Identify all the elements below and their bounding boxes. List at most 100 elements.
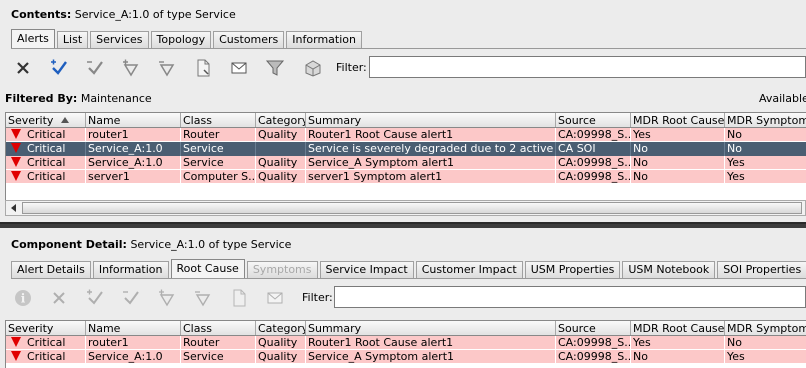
column-header-class[interactable]: Class (181, 113, 256, 127)
acknowledge-button[interactable] (82, 286, 108, 310)
filtered-by-value: Maintenance (77, 92, 152, 105)
tab-services[interactable]: Services (90, 31, 149, 48)
tab-customer-impact[interactable]: Customer Impact (415, 261, 523, 278)
remove-filter-button[interactable] (154, 56, 180, 80)
close-button[interactable] (46, 286, 72, 310)
scroll-left-button[interactable] (6, 201, 21, 215)
cell-source: CA SOI (556, 142, 631, 156)
cell-name: Service_A:1.0 (86, 350, 181, 363)
critical-severity-icon (11, 351, 21, 361)
tab-information[interactable]: Information (286, 31, 362, 48)
unacknowledge-button[interactable] (82, 56, 108, 80)
cell-text: Service_A:1.0 (88, 156, 163, 169)
top-tabbar: Alerts List Services Topology Customers Infor… (11, 29, 364, 48)
column-header-mdr-root-cause[interactable]: MDR Root Cause (631, 113, 725, 127)
tab-usm-notebook[interactable]: USM Notebook (622, 261, 716, 278)
cell-text: No (727, 336, 742, 349)
column-header-label: Category (258, 322, 306, 335)
cell-category: Quality (256, 336, 306, 349)
column-header-mdr-symptom[interactable]: MDR Symptom (725, 321, 806, 335)
cell-text: Service_A Symptom alert1 (308, 350, 455, 363)
add-filter-button[interactable] (118, 56, 144, 80)
sort-ascending-icon (61, 117, 69, 123)
cell-text: Router1 Root Cause alert1 (308, 128, 454, 141)
info-button[interactable]: i (10, 286, 36, 310)
scroll-thumb[interactable] (22, 202, 802, 214)
column-header-source[interactable]: Source (556, 321, 631, 335)
cell-text: Critical (27, 170, 66, 183)
filter-funnel-button[interactable] (262, 56, 288, 80)
document-button[interactable] (226, 286, 252, 310)
availability-status: Available (759, 92, 806, 105)
cell-source: CA:09998_S... (556, 128, 631, 141)
package-button[interactable] (300, 56, 326, 80)
cell-mdr-symptom: No (725, 128, 806, 141)
table-header: Severity Name Class Category Summary Source MD… (6, 320, 806, 336)
bottom-toolbar: i Filter: (0, 282, 806, 314)
column-header-category[interactable]: Category (256, 321, 306, 335)
cell-class: Service (181, 156, 256, 169)
add-filter-button[interactable] (154, 286, 180, 310)
cell-text: Yes (727, 170, 745, 183)
email-icon (231, 62, 247, 74)
add-filter-icon (123, 59, 139, 77)
tab-alert-details[interactable]: Alert Details (11, 261, 91, 278)
column-header-label: Severity (8, 114, 54, 127)
column-header-summary[interactable]: Summary (306, 113, 556, 127)
cell-severity: Critical (6, 170, 86, 183)
cell-mdr-root-cause: No (631, 170, 725, 183)
top-filter-input[interactable] (369, 56, 806, 78)
tab-root-cause[interactable]: Root Cause (170, 259, 245, 278)
column-header-severity[interactable]: Severity (6, 113, 86, 127)
cell-text: Quality (258, 156, 298, 169)
table-row[interactable]: Critical router1 Router Quality Router1 Root… (6, 336, 806, 350)
column-header-name[interactable]: Name (86, 113, 181, 127)
critical-severity-icon (11, 143, 21, 153)
table-row[interactable]: Critical Service_A:1.0 Service Quality Servi… (6, 350, 806, 364)
column-header-mdr-root-cause[interactable]: MDR Root Cause (631, 321, 725, 335)
remove-filter-button[interactable] (190, 286, 216, 310)
email-button[interactable] (226, 56, 252, 80)
close-button[interactable] (10, 56, 36, 80)
cell-text: Service is severely degraded due to 2 ac… (308, 142, 555, 155)
cell-mdr-symptom: Yes (725, 350, 806, 363)
tab-usm-properties[interactable]: USM Properties (524, 261, 621, 278)
column-header-class[interactable]: Class (181, 321, 256, 335)
tab-service-impact[interactable]: Service Impact (319, 261, 414, 278)
tab-list[interactable]: List (56, 31, 89, 48)
document-button[interactable] (190, 56, 216, 80)
tab-alerts[interactable]: Alerts (11, 29, 55, 48)
cell-mdr-symptom: Yes (725, 156, 806, 169)
column-header-label: Summary (308, 322, 362, 335)
tab-topology[interactable]: Topology (150, 31, 212, 48)
table-row[interactable]: Critical router1 Router Quality Router1 Root… (6, 128, 806, 142)
top-filter-label: Filter: (336, 61, 367, 74)
alerts-table-hscrollbar[interactable] (5, 200, 806, 216)
table-row[interactable]: Critical Service_A:1.0 Service Quality Servi… (6, 156, 806, 170)
cell-text: router1 (88, 128, 129, 141)
column-header-severity[interactable]: Severity (6, 321, 86, 335)
tab-information[interactable]: Information (92, 261, 169, 278)
table-row[interactable]: Critical Service_A:1.0 Service Service is s… (6, 142, 806, 156)
unacknowledge-button[interactable] (118, 286, 144, 310)
close-icon (53, 292, 65, 304)
table-row[interactable]: Critical server1 Computer S... Quality serve… (6, 170, 806, 184)
tab-soi-properties[interactable]: SOI Properties (717, 261, 806, 278)
column-header-source[interactable]: Source (556, 113, 631, 127)
cell-severity: Critical (6, 336, 86, 349)
bottom-filter-input[interactable] (334, 286, 806, 308)
cell-source: CA:09998_S... (556, 156, 631, 169)
column-header-name[interactable]: Name (86, 321, 181, 335)
column-header-category[interactable]: Category (256, 113, 306, 127)
column-header-mdr-symptom[interactable]: MDR Symptom (725, 113, 806, 127)
acknowledge-button[interactable] (46, 56, 72, 80)
cell-source: CA:09998_S... (556, 350, 631, 363)
critical-severity-icon (11, 171, 21, 181)
column-header-summary[interactable]: Summary (306, 321, 556, 335)
cell-text: CA:09998_S... (558, 350, 631, 363)
contents-title: Contents: Service_A:1.0 of type Service (11, 8, 236, 21)
remove-filter-icon (195, 291, 211, 307)
tab-customers[interactable]: Customers (213, 31, 285, 48)
email-button[interactable] (262, 286, 288, 310)
panel-splitter[interactable] (0, 222, 806, 228)
